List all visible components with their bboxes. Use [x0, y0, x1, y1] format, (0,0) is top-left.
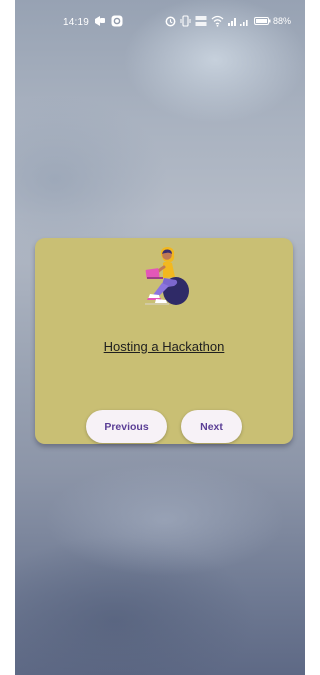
battery-icon — [254, 15, 271, 27]
app-badge-icon — [111, 15, 123, 27]
volte-icon — [195, 15, 207, 27]
phone-screen: 14:19 88% Hosting a Hackathon Previous N… — [15, 0, 305, 675]
battery-indicator: 88% — [254, 15, 291, 27]
person-with-laptop-illustration — [145, 247, 189, 305]
next-button[interactable]: Next — [181, 410, 242, 443]
previous-button[interactable]: Previous — [86, 410, 167, 443]
signal-icon — [228, 15, 250, 27]
alarm-icon — [165, 15, 176, 27]
lesson-title-link[interactable]: Hosting a Hackathon — [35, 339, 293, 354]
battery-percent: 88% — [273, 16, 292, 26]
status-bar: 14:19 88% — [15, 0, 305, 44]
status-time: 14:19 — [63, 17, 90, 28]
status-left-icons — [94, 15, 123, 27]
notification-icon — [94, 15, 107, 27]
wifi-icon — [211, 15, 224, 27]
lesson-card: Hosting a Hackathon Previous Next — [35, 238, 293, 444]
vibrate-icon — [180, 15, 191, 27]
status-right-icons: 88% — [165, 15, 291, 27]
